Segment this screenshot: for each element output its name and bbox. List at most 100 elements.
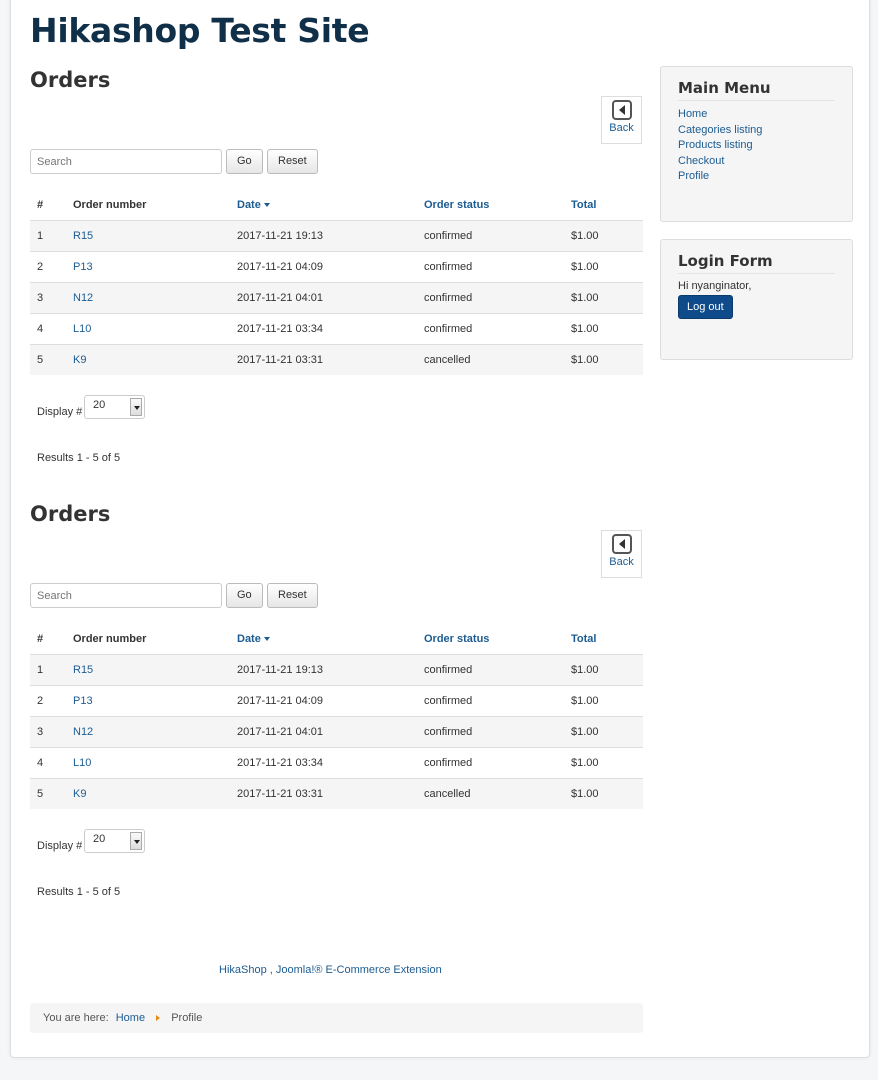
display-limit-select[interactable]: 20 [84,395,145,419]
sort-desc-icon [263,636,270,641]
order-total: $1.00 [564,250,643,282]
table-row: 1 R15 2017-11-21 19:13 confirmed $1.00 [30,219,643,251]
row-number: 5 [30,777,66,809]
results-counter: Results 1 - 5 of 5 [37,452,121,464]
column-header-date-label: Date [237,632,261,645]
order-date: 2017-11-21 19:13 [230,653,417,685]
go-button[interactable]: Go [226,583,263,608]
search-input[interactable] [30,149,222,174]
column-header-order-status[interactable]: Order status [417,624,564,655]
site-title: Hikashop Test Site [30,11,370,50]
order-date: 2017-11-21 04:01 [230,715,417,747]
order-total: $1.00 [564,219,643,251]
order-total: $1.00 [564,653,643,685]
order-number-link[interactable]: P13 [66,250,230,282]
logout-button[interactable]: Log out [678,295,733,319]
main-menu-module: Main Menu Home Categories listing Produc… [660,66,853,222]
back-label: Back [609,122,634,134]
breadcrumb-prefix: You are here: [43,1012,109,1024]
column-header-date[interactable]: Date [230,190,417,221]
back-button[interactable]: Back [601,96,642,144]
column-header-order-number: Order number [66,190,230,221]
orders-title: Orders [30,502,111,526]
column-header-total[interactable]: Total [564,624,643,655]
order-date: 2017-11-21 19:13 [230,219,417,251]
order-status: confirmed [417,312,564,344]
dropdown-arrow-icon [130,832,142,850]
breadcrumb-current: Profile [171,1012,203,1024]
login-form-module: Login Form Hi nyanginator, Log out [660,239,853,360]
column-header-date-label: Date [237,198,261,211]
hikashop-footer-link[interactable]: HikaShop , Joomla!® E-Commerce Extension [219,964,442,976]
orders-table: # Order number Date Order status Total 1… [30,190,643,375]
order-number-link[interactable]: R15 [66,653,230,685]
order-date: 2017-11-21 03:31 [230,343,417,375]
row-number: 4 [30,312,66,344]
order-number-link[interactable]: P13 [66,684,230,716]
search-input[interactable] [30,583,222,608]
table-row: 4 L10 2017-11-21 03:34 confirmed $1.00 [30,312,643,344]
login-greeting: Hi nyanginator, [678,280,752,292]
table-row: 4 L10 2017-11-21 03:34 confirmed $1.00 [30,746,643,778]
order-date: 2017-11-21 04:09 [230,250,417,282]
sort-desc-icon [263,202,270,207]
order-number-link[interactable]: N12 [66,715,230,747]
order-number-link[interactable]: L10 [66,746,230,778]
order-number-link[interactable]: R15 [66,219,230,251]
menu-item-home[interactable]: Home [678,107,835,123]
display-limit-value: 20 [93,399,106,411]
table-row: 3 N12 2017-11-21 04:01 confirmed $1.00 [30,715,643,747]
table-row: 5 K9 2017-11-21 03:31 cancelled $1.00 [30,343,643,375]
order-total: $1.00 [564,281,643,313]
column-header-order-number: Order number [66,624,230,655]
breadcrumb-separator-icon [156,1015,161,1022]
back-button[interactable]: Back [601,530,642,578]
back-label: Back [609,556,634,568]
order-status: cancelled [417,343,564,375]
order-number-link[interactable]: L10 [66,312,230,344]
login-form-title: Login Form [678,252,835,274]
breadcrumb-home-link[interactable]: Home [116,1012,145,1024]
row-number: 3 [30,715,66,747]
reset-button[interactable]: Reset [267,583,318,608]
page-container: Hikashop Test Site Orders Back Go Reset … [10,0,870,1058]
column-header-number: # [30,190,66,221]
order-date: 2017-11-21 03:34 [230,312,417,344]
column-header-total[interactable]: Total [564,190,643,221]
order-number-link[interactable]: K9 [66,343,230,375]
row-number: 2 [30,250,66,282]
table-row: 2 P13 2017-11-21 04:09 confirmed $1.00 [30,250,643,282]
display-limit-select[interactable]: 20 [84,829,145,853]
menu-item-checkout[interactable]: Checkout [678,154,835,170]
menu-item-profile[interactable]: Profile [678,169,835,185]
order-status: confirmed [417,715,564,747]
column-header-order-status[interactable]: Order status [417,190,564,221]
order-number-link[interactable]: N12 [66,281,230,313]
column-header-number: # [30,624,66,655]
order-date: 2017-11-21 03:31 [230,777,417,809]
order-total: $1.00 [564,312,643,344]
go-button[interactable]: Go [226,149,263,174]
order-status: cancelled [417,777,564,809]
reset-button[interactable]: Reset [267,149,318,174]
menu-item-products-listing[interactable]: Products listing [678,138,835,154]
table-row: 3 N12 2017-11-21 04:01 confirmed $1.00 [30,281,643,313]
order-total: $1.00 [564,746,643,778]
order-date: 2017-11-21 04:09 [230,684,417,716]
table-row: 5 K9 2017-11-21 03:31 cancelled $1.00 [30,777,643,809]
main-menu-list: Home Categories listing Products listing… [678,107,835,185]
row-number: 5 [30,343,66,375]
orders-table: # Order number Date Order status Total 1… [30,624,643,809]
order-total: $1.00 [564,343,643,375]
order-date: 2017-11-21 03:34 [230,746,417,778]
order-total: $1.00 [564,715,643,747]
order-status: confirmed [417,684,564,716]
row-number: 2 [30,684,66,716]
column-header-date[interactable]: Date [230,624,417,655]
results-counter: Results 1 - 5 of 5 [37,886,121,898]
order-total: $1.00 [564,777,643,809]
row-number: 1 [30,653,66,685]
order-number-link[interactable]: K9 [66,777,230,809]
menu-item-categories-listing[interactable]: Categories listing [678,123,835,139]
order-status: confirmed [417,281,564,313]
